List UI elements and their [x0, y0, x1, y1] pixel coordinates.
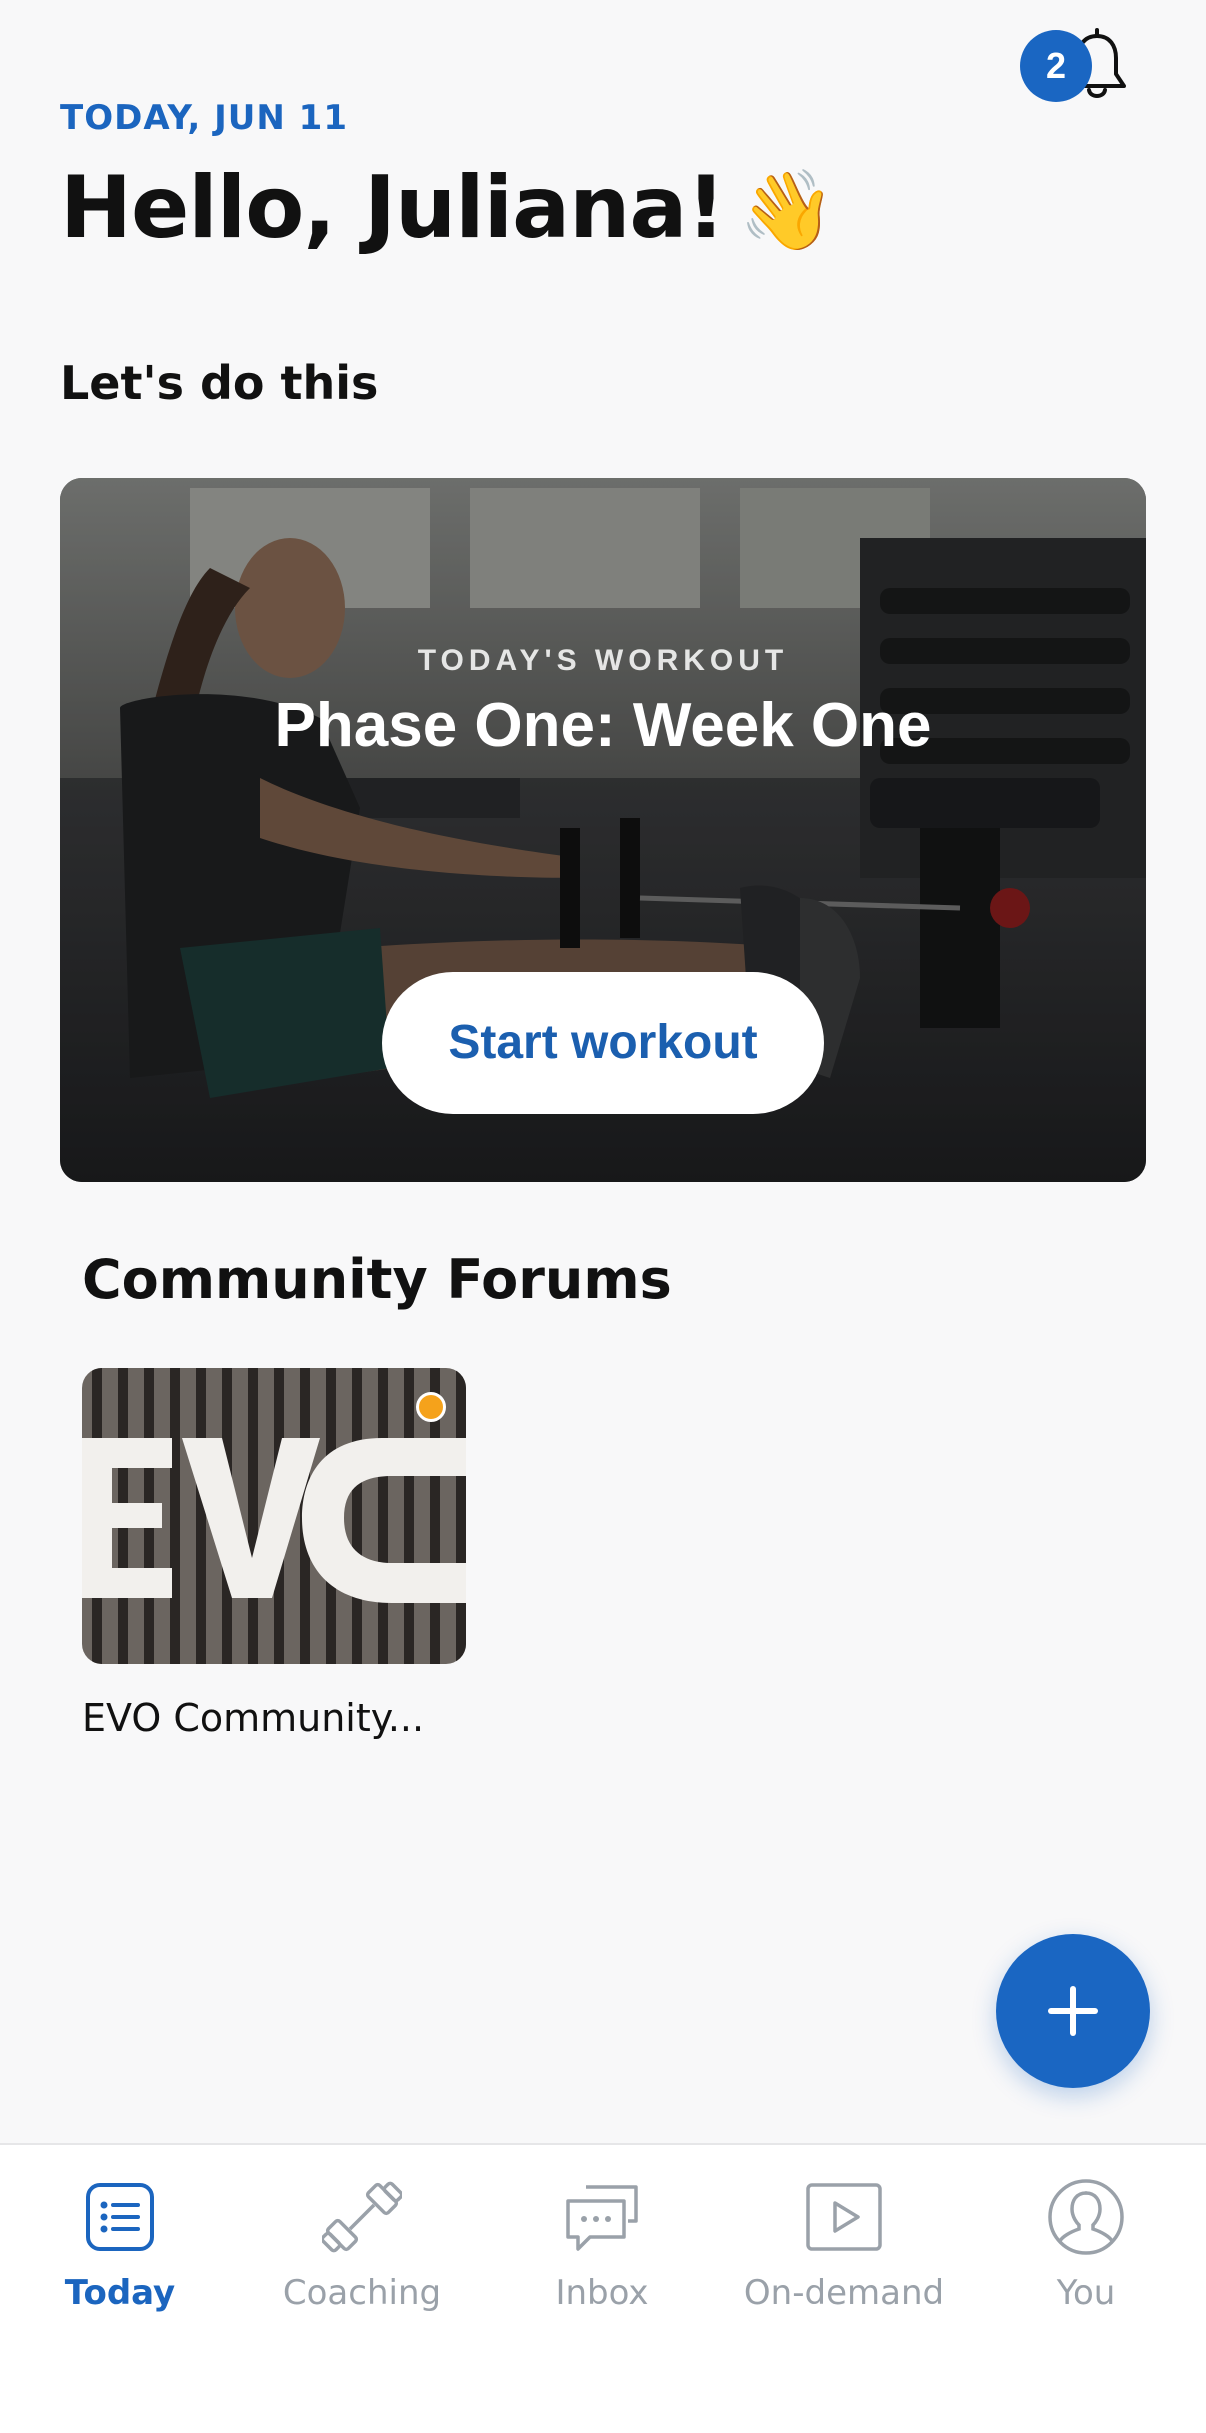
nav-label: You — [1056, 2273, 1116, 2313]
todays-workout-card[interactable]: TODAY'S WORKOUT Phase One: Week One Star… — [60, 478, 1146, 1182]
start-workout-button[interactable]: Start workout — [382, 972, 824, 1114]
user-icon — [1048, 2179, 1124, 2255]
nav-item-you[interactable]: You — [976, 2145, 1196, 2345]
todays-workout-label: TODAY'S WORKOUT — [417, 644, 789, 677]
nav-item-coaching[interactable]: Coaching — [252, 2145, 472, 2345]
workout-title: Phase One: Week One — [274, 691, 932, 760]
add-button[interactable] — [996, 1934, 1150, 2088]
forum-thumbnail — [82, 1368, 466, 1664]
list-icon — [86, 2183, 154, 2251]
unread-dot — [416, 1392, 446, 1422]
nav-item-today[interactable]: Today — [10, 2145, 230, 2345]
forum-name[interactable]: EVO Community... — [82, 1696, 424, 1740]
community-forums-heading: Community Forums — [82, 1248, 672, 1311]
dumbbell-icon — [322, 2181, 402, 2253]
waving-hand-emoji: 👋 — [738, 166, 836, 256]
bottom-nav: Today Coaching Inbox On-demand You — [0, 2143, 1206, 2433]
nav-label: Coaching — [282, 2273, 442, 2313]
greeting-text: Hello, Juliana! — [60, 158, 726, 258]
greeting-heading: Hello, Juliana! 👋 — [60, 158, 836, 258]
forum-tile-evo-community[interactable] — [82, 1368, 466, 1664]
today-screen: 2 TODAY, JUN 11 Hello, Juliana! 👋 Let's d… — [0, 0, 1206, 2433]
nav-label: On-demand — [743, 2273, 945, 2313]
lets-do-this-heading: Let's do this — [60, 356, 379, 410]
notifications-button[interactable]: 2 — [1020, 28, 1130, 108]
date-label: TODAY, JUN 11 — [60, 98, 348, 138]
nav-label: Inbox — [555, 2273, 649, 2313]
nav-item-on-demand[interactable]: On-demand — [734, 2145, 954, 2345]
play-icon — [806, 2183, 882, 2251]
chat-icon — [566, 2185, 638, 2251]
notification-count-badge: 2 — [1020, 30, 1092, 102]
nav-label: Today — [64, 2273, 176, 2313]
nav-item-inbox[interactable]: Inbox — [492, 2145, 712, 2345]
